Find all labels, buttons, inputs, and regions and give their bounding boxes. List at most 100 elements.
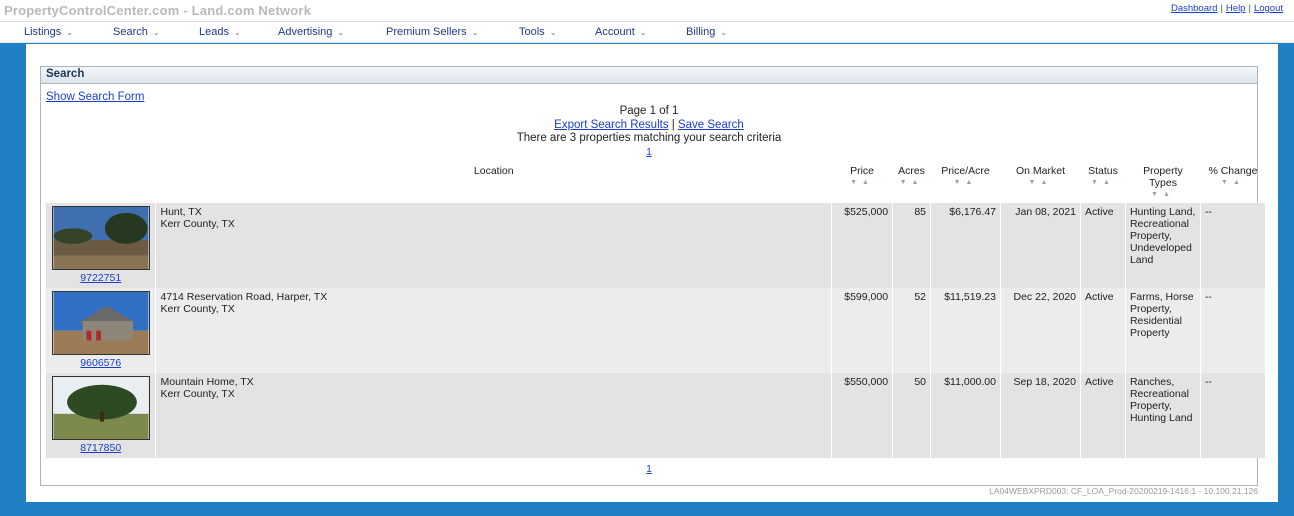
- chevron-down-icon: ⌄: [66, 28, 73, 37]
- results-table: Location Price ▼▲ Acres ▼▲ Price/Acre ▼▲ On…: [46, 163, 1267, 458]
- sort-arrows-icon[interactable]: ▼▲: [1083, 179, 1122, 186]
- help-link[interactable]: Help: [1226, 3, 1246, 14]
- listing-id-link[interactable]: 9722751: [80, 272, 121, 284]
- sort-arrows-icon[interactable]: ▼▲: [1004, 179, 1078, 186]
- acres-cell: 50: [892, 373, 932, 458]
- nav-advertising[interactable]: Advertising ⌄: [278, 26, 344, 38]
- col-price: Price ▼▲: [832, 163, 893, 203]
- chevron-down-icon: ⌄: [549, 28, 557, 37]
- col-label: Status: [1088, 165, 1118, 177]
- save-search-link[interactable]: Save Search: [678, 119, 744, 131]
- county-line: Kerr County, TX: [160, 303, 235, 315]
- top-links: Dashboard | Help | Logout: [1171, 3, 1283, 14]
- types-cell: Hunting Land, Recreational Property, Und…: [1125, 203, 1201, 288]
- nav-label: Advertising: [278, 26, 333, 38]
- col-location[interactable]: Location: [156, 163, 832, 203]
- nav-listings[interactable]: Listings ⌄: [24, 26, 73, 38]
- link-separator: |: [1220, 3, 1223, 14]
- section-title: Search: [41, 67, 1257, 84]
- build-info: LA04WEBXPRD003: CF_LOA_Prod-20200219-141…: [989, 486, 1258, 496]
- nav-label: Listings: [24, 26, 62, 38]
- content-panel: Search Show Search Form Page 1 of 1 Expo…: [26, 44, 1278, 502]
- price-per-acre-cell: $11,000.00: [930, 373, 1001, 458]
- status-cell: Active: [1080, 203, 1126, 288]
- col-label: Price: [850, 165, 874, 177]
- price-cell: $550,000: [831, 373, 894, 458]
- col-label: % Change: [1208, 165, 1258, 177]
- status-cell: Active: [1080, 288, 1126, 373]
- col-label: Acres: [898, 165, 925, 177]
- nav-label: Search: [113, 26, 148, 38]
- photo-cell: 9606576: [46, 288, 157, 373]
- photo-cell: 9722751: [46, 203, 157, 288]
- photo-cell: 8717850: [46, 373, 157, 458]
- sort-arrows-icon[interactable]: ▼▲: [934, 179, 998, 186]
- location-cell: 4714 Reservation Road, Harper, TX Kerr Co…: [155, 288, 833, 373]
- col-label: Property Types: [1143, 165, 1183, 189]
- chevron-down-icon: ⌄: [337, 28, 345, 37]
- change-cell: --: [1200, 373, 1267, 458]
- separator: |: [671, 118, 675, 131]
- logout-link[interactable]: Logout: [1254, 3, 1283, 14]
- chevron-down-icon: ⌄: [233, 28, 241, 37]
- export-results-link[interactable]: Export Search Results: [554, 119, 668, 131]
- search-section: Search Show Search Form Page 1 of 1 Expo…: [40, 66, 1267, 486]
- nav-label: Tools: [519, 26, 545, 38]
- nav-account[interactable]: Account ⌄: [595, 26, 646, 38]
- page-link-top[interactable]: 1: [646, 147, 652, 158]
- nav-label: Billing: [686, 26, 716, 38]
- col-label: Location: [473, 165, 514, 177]
- table-header: Location Price ▼▲ Acres ▼▲ Price/Acre ▼▲ On…: [46, 163, 1266, 203]
- acres-cell: 85: [892, 203, 932, 288]
- table-row: 8717850 Mountain Home, TX Kerr County, TX…: [46, 373, 1267, 458]
- nav-label: Leads: [199, 26, 229, 38]
- listing-id-link[interactable]: 8717850: [80, 442, 121, 454]
- page-indicator: Page 1 of 1: [619, 105, 679, 117]
- col-photo: [46, 163, 156, 203]
- property-photo[interactable]: [51, 376, 150, 440]
- main-nav: Listings ⌄ Search ⌄ Leads ⌄ Advertising ⌄ Pr…: [0, 22, 1294, 43]
- col-property-types: Property Types ▼▲: [1125, 163, 1200, 203]
- col-label: On Market: [1015, 165, 1065, 177]
- top-bar: PropertyControlCenter.com - Land.com Net…: [0, 0, 1294, 22]
- nav-search[interactable]: Search ⌄: [113, 26, 160, 38]
- show-search-form-link[interactable]: Show Search Form: [46, 91, 144, 103]
- acres-cell: 52: [892, 288, 932, 373]
- change-cell: --: [1200, 288, 1267, 373]
- types-cell: Farms, Horse Property, Residential Prope…: [1125, 288, 1201, 373]
- site-title: PropertyControlCenter.com - Land.com Net…: [4, 3, 312, 18]
- county-line: Kerr County, TX: [160, 218, 235, 230]
- sort-arrows-icon[interactable]: ▼▲: [1203, 179, 1262, 186]
- on-market-cell: Jan 08, 2021: [1000, 203, 1081, 288]
- table-row: 9606576 4714 Reservation Road, Harper, T…: [46, 288, 1267, 373]
- nav-premium-sellers[interactable]: Premium Sellers ⌄: [386, 26, 478, 38]
- listing-id-link[interactable]: 9606576: [80, 357, 121, 369]
- sort-arrows-icon[interactable]: ▼▲: [1128, 191, 1197, 198]
- nav-tools[interactable]: Tools ⌄: [519, 26, 556, 38]
- nav-billing[interactable]: Billing ⌄: [686, 26, 727, 38]
- location-line: Mountain Home, TX: [160, 376, 254, 388]
- property-photo[interactable]: [51, 206, 150, 270]
- col-price-per-acre: Price/Acre ▼▲: [931, 163, 1001, 203]
- results-summary: Page 1 of 1 Export Search Results | Save…: [41, 105, 1257, 159]
- county-line: Kerr County, TX: [160, 388, 235, 400]
- on-market-cell: Sep 18, 2020: [1000, 373, 1081, 458]
- location-cell: Hunt, TX Kerr County, TX: [155, 203, 833, 288]
- price-cell: $525,000: [831, 203, 894, 288]
- result-count: There are 3 properties matching your sea…: [516, 132, 782, 144]
- price-per-acre-cell: $6,176.47: [930, 203, 1001, 288]
- nav-label: Account: [595, 26, 635, 38]
- page-link-bottom[interactable]: 1: [646, 464, 652, 475]
- dashboard-link[interactable]: Dashboard: [1171, 3, 1217, 14]
- nav-leads[interactable]: Leads ⌄: [199, 26, 241, 38]
- sort-arrows-icon[interactable]: ▼▲: [835, 179, 890, 186]
- chevron-down-icon: ⌄: [720, 28, 728, 37]
- nav-label: Premium Sellers: [386, 26, 467, 38]
- col-status: Status ▼▲: [1080, 163, 1125, 203]
- table-row: 9722751 Hunt, TX Kerr County, TX $525,000…: [46, 203, 1267, 288]
- link-separator: |: [1248, 3, 1251, 14]
- sort-arrows-icon[interactable]: ▼▲: [896, 179, 928, 186]
- on-market-cell: Dec 22, 2020: [1000, 288, 1081, 373]
- price-per-acre-cell: $11,519.23: [930, 288, 1001, 373]
- property-photo[interactable]: [51, 291, 150, 355]
